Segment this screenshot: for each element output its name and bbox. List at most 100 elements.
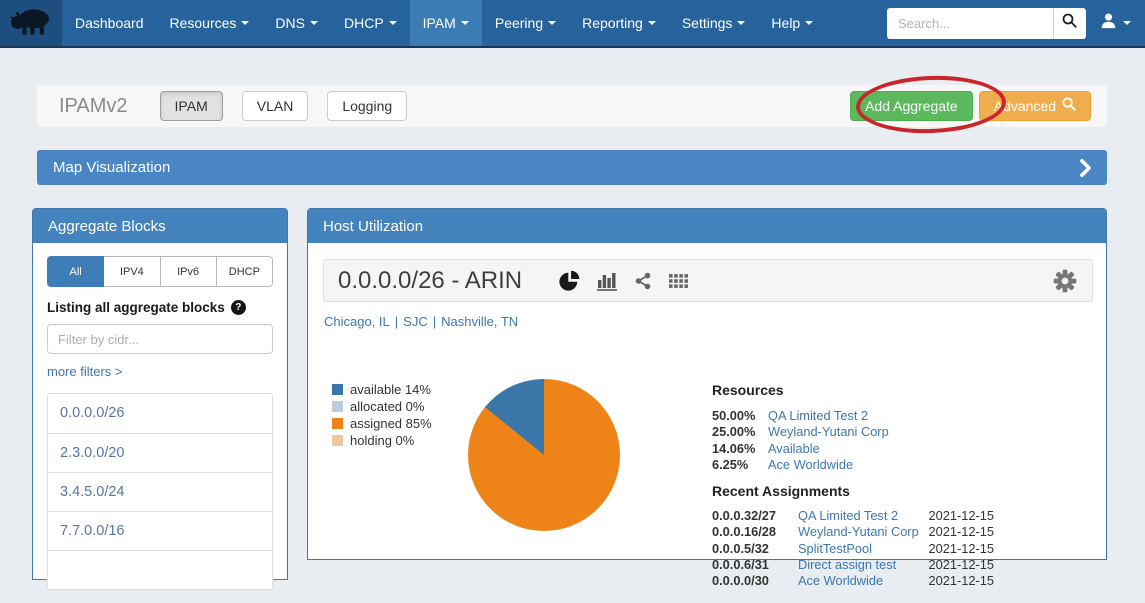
assignment-link[interactable]: SplitTestPool xyxy=(798,541,872,556)
add-aggregate-button[interactable]: Add Aggregate xyxy=(850,91,973,121)
assignment-cidr: 0.0.0.6/31 xyxy=(712,557,798,573)
nav-item-settings[interactable]: Settings xyxy=(669,0,759,46)
caret-down-icon xyxy=(805,21,813,25)
assignment-date: 2021-12-15 xyxy=(922,541,994,557)
aggregate-blocks-header: Aggregate Blocks xyxy=(33,209,287,243)
share-icon[interactable] xyxy=(634,272,652,290)
nav-item-dns[interactable]: DNS xyxy=(262,0,331,46)
assignment-name: Direct assign test xyxy=(798,557,922,573)
nav-item-dashboard[interactable]: Dashboard xyxy=(62,0,157,46)
legend-item: allocated 0% xyxy=(332,398,432,415)
assignment-name: SplitTestPool xyxy=(798,541,922,557)
location-link[interactable]: SJC xyxy=(403,314,428,329)
aggregate-block-row[interactable] xyxy=(48,550,272,589)
user-menu[interactable] xyxy=(1100,12,1131,34)
assignment-link[interactable]: Ace Worldwide xyxy=(798,573,883,588)
search-input[interactable] xyxy=(887,8,1053,39)
resource-row: 50.00%QA Limited Test 2 xyxy=(712,408,994,424)
chevron-right-icon xyxy=(1080,159,1091,177)
aggregate-block-row[interactable]: 2.3.0.0/20 xyxy=(48,433,272,472)
filter-tab-ipv6[interactable]: IPv6 xyxy=(161,256,217,287)
assignment-row: 0.0.0.16/28Weyland-Yutani Corp2021-12-15 xyxy=(712,524,994,540)
gear-icon[interactable] xyxy=(1052,268,1078,294)
search-icon xyxy=(1062,13,1077,33)
resource-percent: 14.06% xyxy=(712,441,768,457)
legend-swatch xyxy=(332,418,343,429)
aggregate-blocks-title: Aggregate Blocks xyxy=(48,218,166,235)
search-button[interactable] xyxy=(1053,8,1086,39)
map-visualization-bar[interactable]: Map Visualization xyxy=(37,150,1107,185)
resource-link[interactable]: Weyland-Yutani Corp xyxy=(768,424,889,440)
aggregate-block-row[interactable]: 3.4.5.0/24 xyxy=(48,472,272,511)
resource-link[interactable]: Ace Worldwide xyxy=(768,457,853,473)
legend-label: holding 0% xyxy=(350,433,414,448)
legend-item: available 14% xyxy=(332,381,432,398)
host-utilization-body: 0.0.0.0/26 - ARIN xyxy=(308,243,1106,560)
view-toggle-icons xyxy=(558,270,688,292)
assignment-date: 2021-12-15 xyxy=(922,573,994,589)
tab-ipam[interactable]: IPAM xyxy=(160,91,223,121)
host-utilization-panel: Host Utilization 0.0.0.0/26 - ARIN xyxy=(307,208,1107,560)
host-utilization-title: Host Utilization xyxy=(323,218,423,235)
resource-link[interactable]: QA Limited Test 2 xyxy=(768,408,868,424)
assignment-date: 2021-12-15 xyxy=(922,508,994,524)
legend-item: holding 0% xyxy=(332,432,432,449)
assignment-link[interactable]: Weyland-Yutani Corp xyxy=(798,524,919,539)
filter-tab-ipv4[interactable]: IPV4 xyxy=(104,256,160,287)
header-actions: Add Aggregate Advanced xyxy=(850,91,1091,121)
assignment-link[interactable]: QA Limited Test 2 xyxy=(798,508,898,523)
advanced-search-button[interactable]: Advanced xyxy=(979,91,1091,121)
listing-label-text: Listing all aggregate blocks xyxy=(47,300,225,315)
nav-label: Dashboard xyxy=(75,15,144,31)
nav-label: DNS xyxy=(275,15,305,31)
resource-row: 6.25%Ace Worldwide xyxy=(712,457,994,473)
resource-row: 14.06%Available xyxy=(712,441,994,457)
page-title: IPAMv2 xyxy=(59,95,128,118)
assignment-cidr: 0.0.0.16/28 xyxy=(712,524,798,540)
view-tabs: IPAM VLAN Logging xyxy=(160,91,408,121)
block-subheader: 0.0.0.0/26 - ARIN xyxy=(323,259,1093,302)
recent-assignments-section: Recent Assignments 0.0.0.32/27QA Limited… xyxy=(712,483,994,589)
assignment-cidr: 0.0.0.5/32 xyxy=(712,541,798,557)
rhino-icon xyxy=(8,2,54,45)
aggregate-block-row[interactable]: 7.7.0.0/16 xyxy=(48,511,272,550)
caret-down-icon xyxy=(548,21,556,25)
separator: | xyxy=(433,314,436,329)
assignment-name: QA Limited Test 2 xyxy=(798,508,922,524)
tab-logging[interactable]: Logging xyxy=(327,91,407,121)
pie-chart-icon[interactable] xyxy=(558,270,580,292)
assignment-link[interactable]: Direct assign test xyxy=(798,557,896,572)
resource-percent: 25.00% xyxy=(712,424,768,440)
tab-vlan[interactable]: VLAN xyxy=(242,91,309,121)
grid-icon[interactable] xyxy=(669,274,688,288)
resources-heading: Resources xyxy=(712,382,994,398)
location-links: Chicago, IL | SJC | Nashville, TN xyxy=(324,314,518,329)
page-header: IPAMv2 IPAM VLAN Logging Add Aggregate A… xyxy=(37,85,1107,127)
nav-item-ipam[interactable]: IPAM xyxy=(410,0,482,46)
caret-down-icon xyxy=(389,21,397,25)
assignment-name: Ace Worldwide xyxy=(798,573,922,589)
location-link[interactable]: Chicago, IL xyxy=(324,314,390,329)
nav-item-resources[interactable]: Resources xyxy=(157,0,263,46)
cidr-filter-input[interactable] xyxy=(47,324,273,354)
bar-chart-icon[interactable] xyxy=(597,271,617,291)
separator: | xyxy=(395,314,398,329)
assignment-name: Weyland-Yutani Corp xyxy=(798,524,922,540)
more-filters-link[interactable]: more filters > xyxy=(47,364,123,379)
legend-swatch xyxy=(332,401,343,412)
help-icon[interactable]: ? xyxy=(231,300,246,315)
app-logo[interactable] xyxy=(0,0,62,46)
location-link[interactable]: Nashville, TN xyxy=(441,314,518,329)
nav-item-dhcp[interactable]: DHCP xyxy=(331,0,410,46)
filter-tab-all[interactable]: All xyxy=(47,256,104,287)
legend-label: allocated 0% xyxy=(350,399,424,414)
nav-item-reporting[interactable]: Reporting xyxy=(569,0,669,46)
nav-item-peering[interactable]: Peering xyxy=(482,0,569,46)
resource-link[interactable]: Available xyxy=(768,441,820,457)
aggregate-block-row[interactable]: 0.0.0.0/26 xyxy=(48,394,272,433)
map-visualization-label: Map Visualization xyxy=(53,159,170,176)
filter-tab-dhcp[interactable]: DHCP xyxy=(217,256,273,287)
nav-label: Help xyxy=(771,15,800,31)
nav-item-help[interactable]: Help xyxy=(758,0,826,46)
assignment-date: 2021-12-15 xyxy=(922,557,994,573)
